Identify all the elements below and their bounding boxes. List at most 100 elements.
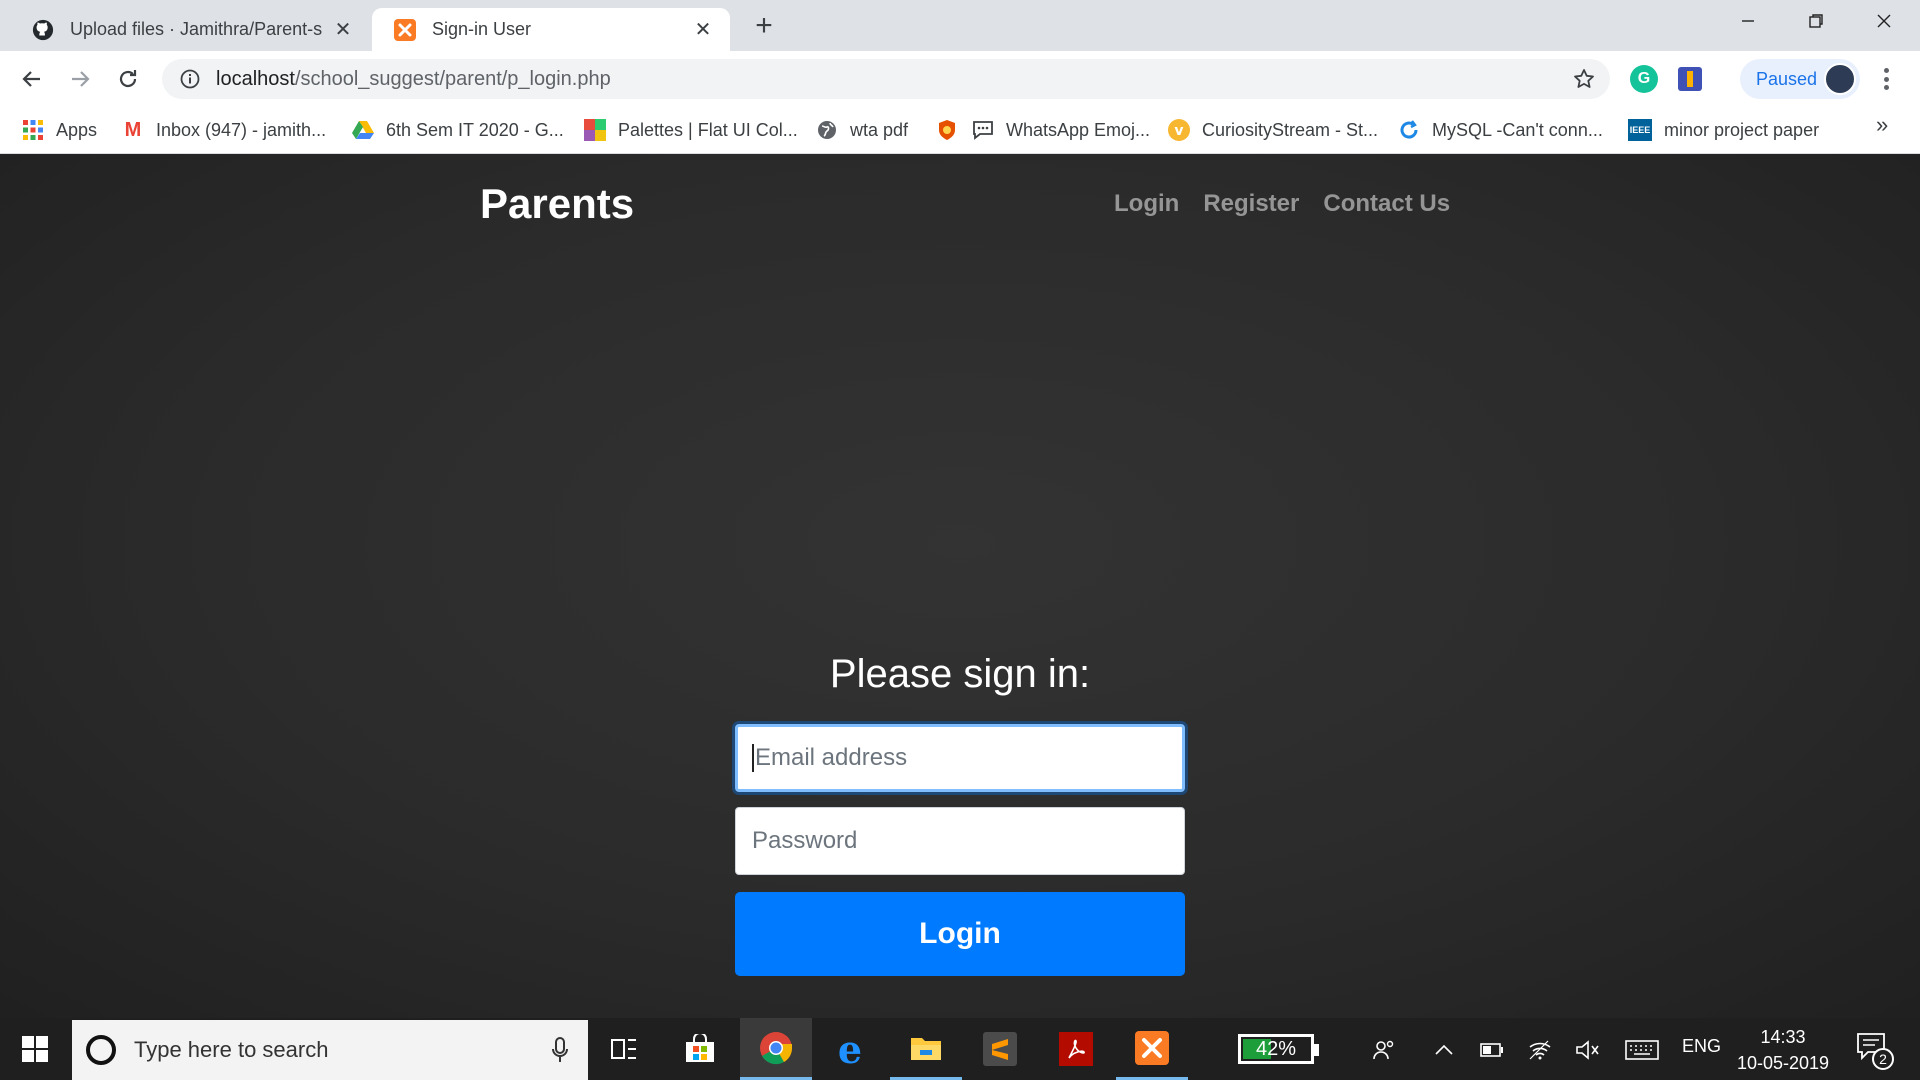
search-placeholder: Type here to search: [134, 1037, 329, 1062]
extension-icon[interactable]: [1678, 67, 1702, 91]
minimize-button[interactable]: [1714, 0, 1782, 42]
taskbar-xampp[interactable]: [1116, 1018, 1188, 1080]
battery-percent: 42%: [1255, 1037, 1297, 1060]
taskbar-acrobat[interactable]: [1040, 1018, 1112, 1080]
start-button[interactable]: [0, 1018, 70, 1080]
bookmark-label: Inbox (947) - jamith...: [156, 119, 327, 140]
taskbar-file-explorer[interactable]: [890, 1018, 962, 1080]
clock[interactable]: 14:33 10-05-2019: [1732, 1024, 1834, 1076]
chrome-icon: [760, 1031, 793, 1064]
back-button[interactable]: [14, 61, 50, 97]
show-hidden-icons-chevron-icon[interactable]: [1430, 1036, 1458, 1064]
power-battery-icon[interactable]: [1478, 1036, 1506, 1064]
volume-muted-icon[interactable]: [1574, 1036, 1602, 1064]
bookmark-gmail[interactable]: M Inbox (947) - jamith...: [122, 117, 326, 143]
new-tab-button[interactable]: +: [748, 9, 780, 42]
bookmark-apps[interactable]: Apps: [22, 117, 97, 143]
tab-title: Sign-in User: [432, 19, 532, 39]
site-nav: Login Register Contact Us: [1114, 190, 1450, 218]
bookmark-wta-pdf[interactable]: wta pdf: [816, 117, 908, 143]
taskbar-edge[interactable]: e: [814, 1018, 886, 1080]
pdf-icon: [1059, 1032, 1093, 1066]
tab-strip: Upload files · Jamithra/Parent-school ✕ …: [0, 0, 1920, 51]
bookmark-label: Apps: [56, 119, 98, 140]
windows-taskbar: Type here to search e 42% ENG 14:33 10-0…: [0, 1018, 1920, 1080]
bookmark-whatsapp-emoji[interactable]: WhatsApp Emoj...: [972, 117, 1150, 143]
more-bookmarks-icon[interactable]: »: [1876, 112, 1888, 138]
taskbar-search-box[interactable]: Type here to search: [72, 1020, 588, 1080]
tab-upload-files[interactable]: Upload files · Jamithra/Parent-school ✕: [10, 8, 370, 51]
edge-icon: e: [837, 1026, 863, 1072]
address-bar[interactable]: localhost/school_suggest/parent/p_login.…: [162, 59, 1610, 99]
clock-time: 14:33: [1760, 1027, 1806, 1047]
menu-icon[interactable]: [1876, 65, 1896, 93]
close-window-button[interactable]: [1850, 0, 1918, 42]
forward-button[interactable]: [62, 61, 98, 97]
taskbar-chrome[interactable]: [740, 1018, 812, 1080]
chat-bubble-icon: [972, 119, 994, 141]
drive-icon: [352, 119, 374, 141]
notification-count: 2: [1872, 1048, 1894, 1070]
bookmark-minor-project[interactable]: IEEE minor project paper: [1628, 117, 1819, 143]
login-button[interactable]: Login: [735, 892, 1185, 976]
palette-icon: [584, 119, 606, 141]
bookmark-label: WhatsApp Emoj...: [1006, 119, 1151, 140]
bookmark-label: Palettes | Flat UI Col...: [618, 119, 798, 140]
sublime-icon: [983, 1032, 1017, 1066]
taskbar-store[interactable]: [664, 1018, 736, 1080]
info-icon[interactable]: [178, 67, 202, 91]
restore-button[interactable]: [1782, 0, 1850, 42]
xampp-icon: [1135, 1030, 1169, 1065]
bookmark-label: wta pdf: [850, 119, 909, 140]
tab-sign-in-user[interactable]: Sign-in User ✕: [372, 8, 730, 51]
page-title: Please sign in:: [829, 652, 1091, 696]
bookmark-palettes[interactable]: Palettes | Flat UI Col...: [584, 117, 798, 143]
keyboard-icon[interactable]: [1624, 1036, 1660, 1064]
people-icon[interactable]: [1370, 1036, 1398, 1064]
browser-toolbar: localhost/school_suggest/parent/p_login.…: [0, 51, 1920, 107]
bookmark-curiositystream[interactable]: ⅴ CuriosityStream - St...: [1168, 117, 1378, 143]
task-view-icon: [611, 1039, 636, 1059]
reload-icon: [119, 70, 137, 88]
bulb-icon: ⅴ: [1168, 119, 1190, 141]
clock-date: 10-05-2019: [1736, 1053, 1830, 1073]
bookmarks-bar: Apps M Inbox (947) - jamith... 6th Sem I…: [0, 107, 1920, 154]
bookmark-star-icon[interactable]: [1572, 67, 1596, 91]
nav-link-register[interactable]: Register: [1203, 190, 1299, 218]
avatar: [1824, 63, 1856, 95]
close-tab-icon[interactable]: ✕: [332, 19, 354, 41]
battery-nub: [1314, 1044, 1319, 1056]
nav-link-login[interactable]: Login: [1114, 190, 1179, 218]
password-placeholder: Password: [752, 827, 858, 854]
grammarly-extension-icon[interactable]: G: [1630, 65, 1658, 93]
taskbar-sublime-text[interactable]: [964, 1018, 1036, 1080]
password-field[interactable]: Password: [735, 807, 1185, 875]
reload-button[interactable]: [110, 61, 146, 97]
bookmark-label: MySQL -Can't conn...: [1432, 119, 1603, 140]
microphone-icon[interactable]: [550, 1036, 570, 1064]
site-brand[interactable]: Parents: [480, 180, 634, 228]
bookmark-label: minor project paper: [1664, 119, 1820, 140]
text-caret: [752, 744, 754, 772]
bookmark-shield[interactable]: [936, 117, 970, 143]
cortana-icon[interactable]: [86, 1035, 116, 1065]
windows-logo-icon: [22, 1036, 48, 1062]
close-tab-icon[interactable]: ✕: [692, 19, 714, 41]
shield-bookmark-icon: [936, 119, 958, 141]
task-view-button[interactable]: [588, 1018, 660, 1080]
action-center-button[interactable]: 2: [1856, 1032, 1894, 1070]
tab-title: Upload files · Jamithra/Parent-school: [70, 19, 322, 39]
url-text: localhost/school_suggest/parent/p_login.…: [216, 67, 611, 90]
refresh-blue-icon: [1398, 119, 1420, 141]
nav-link-contact-us[interactable]: Contact Us: [1323, 190, 1450, 218]
xampp-icon: [394, 18, 416, 41]
bookmark-mysql[interactable]: MySQL -Can't conn...: [1398, 117, 1603, 143]
email-field[interactable]: Email address: [735, 724, 1185, 792]
forward-arrow-icon: [72, 71, 90, 87]
bookmark-drive[interactable]: 6th Sem IT 2020 - G...: [352, 117, 564, 143]
battery-indicator[interactable]: 42%: [1238, 1034, 1319, 1064]
back-arrow-icon: [22, 71, 40, 87]
profile-button[interactable]: Paused: [1740, 59, 1860, 99]
wifi-icon[interactable]: [1526, 1036, 1554, 1064]
language-indicator[interactable]: ENG: [1682, 1036, 1721, 1057]
